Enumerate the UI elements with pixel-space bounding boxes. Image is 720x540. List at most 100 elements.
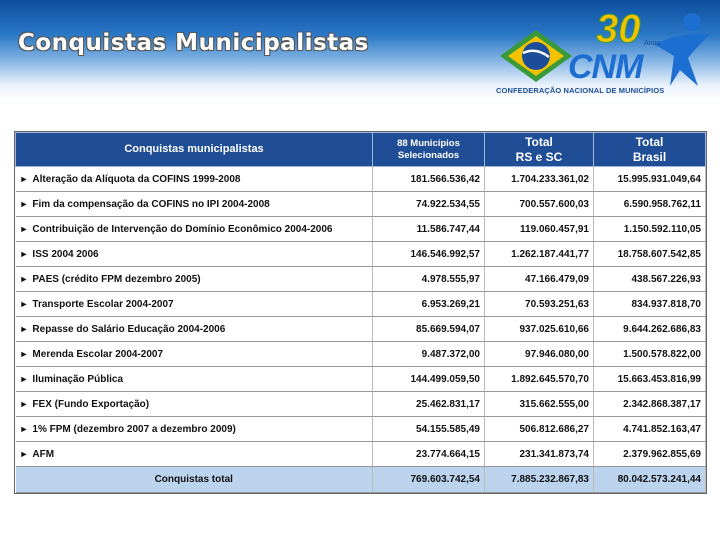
cell-total-brasil: 6.590.958.762,11	[593, 191, 706, 217]
cell-total-rs-sc: 315.662.555,00	[484, 391, 594, 417]
cell-88-municipios: 25.462.831,17	[372, 391, 485, 417]
cell-88-municipios: 144.499.059,50	[372, 366, 485, 392]
row-label-text: ISS 2004 2006	[32, 248, 99, 260]
header-total-rs-sc: Total RS e SC	[484, 132, 594, 167]
cell-total-rs-sc: 700.557.600,03	[484, 191, 594, 217]
bullet-arrow-icon: ►	[19, 323, 29, 334]
total-88-municipios: 769.603.742,54	[372, 466, 485, 493]
cell-88-municipios: 54.155.585,49	[372, 416, 485, 442]
cell-total-rs-sc: 1.262.187.441,77	[484, 241, 594, 267]
cell-88-municipios: 74.922.534,55	[372, 191, 485, 217]
bullet-arrow-icon: ►	[19, 348, 29, 359]
cell-88-municipios: 23.774.664,15	[372, 441, 485, 467]
cell-total-rs-sc: 97.946.080,00	[484, 341, 594, 367]
row-label: ► 1% FPM (dezembro 2007 a dezembro 2009)	[15, 416, 373, 442]
table-row: ► Merenda Escolar 2004-2007 9.487.372,00 97…	[15, 341, 706, 367]
row-label-text: 1% FPM (dezembro 2007 a dezembro 2009)	[32, 423, 236, 435]
row-label: ► ISS 2004 2006	[15, 241, 373, 267]
table-row: ► ISS 2004 2006 146.546.992,57 1.262.187.44…	[15, 241, 706, 267]
cell-88-municipios: 146.546.992,57	[372, 241, 485, 267]
header-total-brasil: Total Brasil	[593, 132, 706, 167]
table-row: ► PAES (crédito FPM dezembro 2005) 4.978.5…	[15, 266, 706, 292]
row-label-text: Merenda Escolar 2004-2007	[32, 348, 164, 360]
bullet-arrow-icon: ►	[19, 248, 29, 259]
table-row: ► Repasse do Salário Educação 2004-2006 85…	[15, 316, 706, 342]
table-row: ► Alteração da Alíquota da COFINS 1999-20…	[15, 166, 706, 192]
bullet-arrow-icon: ►	[19, 173, 29, 184]
cell-total-brasil: 1.150.592.110,05	[593, 216, 706, 242]
cell-total-brasil: 834.937.818,70	[593, 291, 706, 317]
row-label-text: Repasse do Salário Educação 2004-2006	[32, 323, 226, 335]
cell-total-brasil: 18.758.607.542,85	[593, 241, 706, 267]
header-rs-line2: RS e SC	[515, 149, 563, 164]
cell-88-municipios: 4.978.555,97	[372, 266, 485, 292]
row-label: ► Iluminação Pública	[15, 366, 373, 392]
header-label: Conquistas municipalistas	[15, 132, 373, 167]
cell-total-brasil: 2.342.868.387,17	[593, 391, 706, 417]
cell-total-rs-sc: 1.892.645.570,70	[484, 366, 594, 392]
total-brasil: 80.042.573.241,44	[593, 466, 706, 493]
cell-total-rs-sc: 119.060.457,91	[484, 216, 594, 242]
anniversary-label: Anos	[644, 40, 660, 47]
cell-total-rs-sc: 231.341.873,74	[484, 441, 594, 467]
slide-title: Conquistas Municipalistas	[18, 30, 369, 56]
total-label: Conquistas total	[15, 466, 373, 493]
bullet-arrow-icon: ►	[19, 223, 29, 234]
table-header-row: Conquistas municipalistas 88 Municípios …	[15, 132, 706, 167]
row-label: ► Fim da compensação da COFINS no IPI 200…	[15, 191, 373, 217]
row-label: ► Contribuição de Intervenção do Domínio …	[15, 216, 373, 242]
bullet-arrow-icon: ►	[19, 398, 29, 409]
bullet-arrow-icon: ►	[19, 273, 29, 284]
table-row: ► AFM 23.774.664,15 231.341.873,74 2.379.962…	[15, 441, 706, 467]
row-label: ► AFM	[15, 441, 373, 467]
cell-88-municipios: 11.586.747,44	[372, 216, 485, 242]
person-body-icon	[654, 33, 710, 86]
cell-88-municipios: 181.566.536,42	[372, 166, 485, 192]
row-label: ► Transporte Escolar 2004-2007	[15, 291, 373, 317]
conquistas-table: Conquistas municipalistas 88 Municípios …	[14, 131, 707, 494]
row-label-text: Transporte Escolar 2004-2007	[32, 298, 174, 310]
cell-total-brasil: 15.995.931.049,64	[593, 166, 706, 192]
cell-total-brasil: 438.567.226,93	[593, 266, 706, 292]
cell-88-municipios: 6.953.269,21	[372, 291, 485, 317]
cell-88-municipios: 85.669.594,07	[372, 316, 485, 342]
row-label-text: Iluminação Pública	[32, 373, 124, 385]
header-88-municipios: 88 Municípios Selecionados	[372, 132, 485, 167]
cnm-acronym: CNM	[568, 48, 643, 86]
table-row: ► Iluminação Pública 144.499.059,50 1.892.6…	[15, 366, 706, 392]
row-label-text: Contribuição de Intervenção do Domínio E…	[32, 223, 333, 235]
cell-total-brasil: 15.663.453.816,99	[593, 366, 706, 392]
cell-88-municipios: 9.487.372,00	[372, 341, 485, 367]
bullet-arrow-icon: ►	[19, 198, 29, 209]
cell-total-brasil: 9.644.262.686,83	[593, 316, 706, 342]
header-br-line2: Brasil	[632, 149, 667, 164]
row-label-text: AFM	[32, 448, 55, 460]
cell-total-rs-sc: 1.704.233.361,02	[484, 166, 594, 192]
table-row: ► Fim da compensação da COFINS no IPI 200…	[15, 191, 706, 217]
cell-total-rs-sc: 937.025.610,66	[484, 316, 594, 342]
person-head-icon	[683, 13, 701, 31]
cell-total-rs-sc: 70.593.251,63	[484, 291, 594, 317]
row-label: ► PAES (crédito FPM dezembro 2005)	[15, 266, 373, 292]
cell-total-rs-sc: 47.166.479,09	[484, 266, 594, 292]
bullet-arrow-icon: ►	[19, 373, 29, 384]
row-label-text: Fim da compensação da COFINS no IPI 2004…	[32, 198, 270, 210]
anniversary-number: 30	[596, 7, 641, 51]
table-row: ► 1% FPM (dezembro 2007 a dezembro 2009) 5…	[15, 416, 706, 442]
row-label-text: PAES (crédito FPM dezembro 2005)	[32, 273, 201, 285]
bullet-arrow-icon: ►	[19, 448, 29, 459]
table-row: ► Transporte Escolar 2004-2007 6.953.269,2…	[15, 291, 706, 317]
row-label-text: Alteração da Alíquota da COFINS 1999-200…	[32, 173, 241, 185]
row-label-text: FEX (Fundo Exportação)	[32, 398, 150, 410]
row-label: ► Merenda Escolar 2004-2007	[15, 341, 373, 367]
row-label: ► FEX (Fundo Exportação)	[15, 391, 373, 417]
cell-total-rs-sc: 506.812.686,27	[484, 416, 594, 442]
row-label: ► Repasse do Salário Educação 2004-2006	[15, 316, 373, 342]
bullet-arrow-icon: ►	[19, 423, 29, 434]
cell-total-brasil: 2.379.962.855,69	[593, 441, 706, 467]
header-88-line1: 88 Municípios	[397, 138, 460, 150]
row-label: ► Alteração da Alíquota da COFINS 1999-20…	[15, 166, 373, 192]
header-rs-line1: Total	[525, 135, 553, 150]
header-88-line2: Selecionados	[397, 149, 460, 161]
total-row: Conquistas total 769.603.742,54 7.885.23…	[15, 466, 706, 493]
